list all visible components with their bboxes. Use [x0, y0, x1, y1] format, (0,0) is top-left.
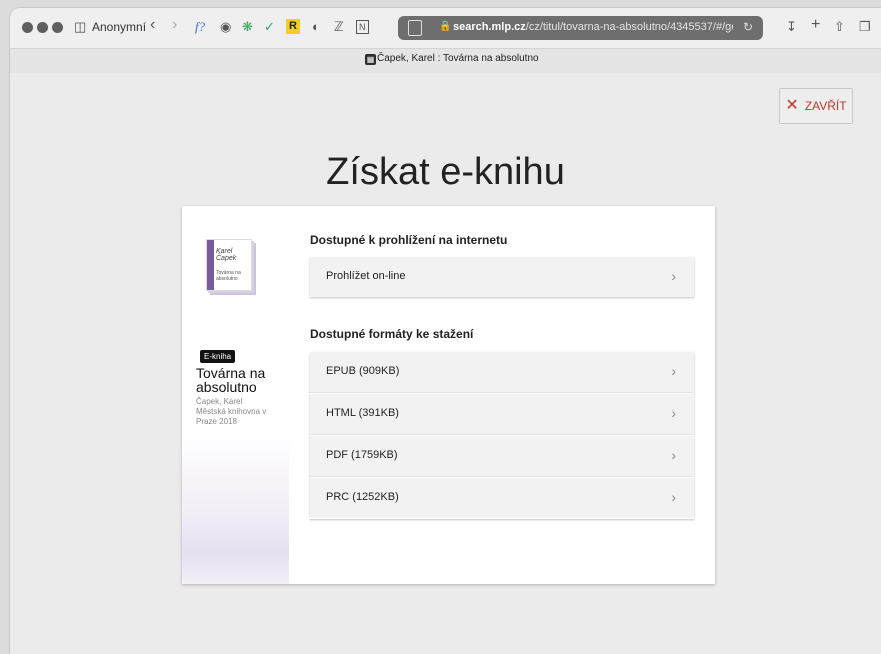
new-tab-icon[interactable]: + — [811, 16, 820, 34]
address-bar[interactable]: 🔒 search.mlp.cz/cz/titul/tovarna-na-abso… — [398, 16, 763, 40]
private-profile-label: Anonymní — [92, 20, 147, 34]
download-epub-label: EPUB (909KB) — [326, 365, 400, 377]
tab-overview-icon[interactable]: ❐ — [859, 18, 871, 36]
download-html-label: HTML (391KB) — [326, 407, 399, 419]
download-html-button[interactable]: HTML (391KB) › — [310, 394, 694, 435]
pin-extension-icon[interactable]: ✓ — [264, 18, 275, 36]
tab-bar: ▦ Čapek, Karel : Továrna na absolutno — [10, 48, 881, 74]
reader-icon[interactable] — [408, 20, 422, 36]
download-pdf-button[interactable]: PDF (1759KB) › — [310, 436, 694, 477]
chevron-right-icon: › — [671, 405, 676, 421]
book-title: Továrna na absolutno — [196, 365, 266, 395]
cover-signature: Karel Čapek — [216, 248, 237, 262]
page-title: Získat e-knihu — [326, 151, 565, 194]
minimize-window-button[interactable] — [37, 22, 48, 33]
view-online-label: Prohlížet on-line — [326, 270, 406, 282]
book-sidebar: Karel Čapek Továrna na absolutno E-kniha… — [182, 206, 289, 584]
share-icon[interactable]: ⇧ — [834, 18, 845, 36]
close-button[interactable]: ✕ ZAVŘÍT — [779, 88, 853, 124]
browser-window: ◫ Anonymní ‹ › f? ◉ ❋ ✓ R ◐ ℤ N 🔒 search… — [10, 8, 881, 654]
lock-icon: 🔒 — [439, 21, 452, 32]
close-button-label: ZAVŘÍT — [804, 99, 847, 113]
close-window-button[interactable] — [22, 22, 33, 33]
flask-extension-icon[interactable]: ℤ — [334, 18, 344, 36]
cover-title: Továrna na absolutno — [216, 270, 241, 282]
download-epub-button[interactable]: EPUB (909KB) › — [310, 352, 694, 393]
download-prc-label: PRC (1252KB) — [326, 491, 399, 503]
sidebar-icon[interactable]: ◫ — [74, 18, 86, 36]
cube-extension-icon[interactable]: ❋ — [242, 18, 253, 36]
notion-extension-icon[interactable]: N — [356, 20, 369, 34]
site-favicon-icon: ▦ — [365, 54, 376, 65]
chevron-right-icon: › — [671, 489, 676, 505]
book-cover: Karel Čapek Továrna na absolutno — [206, 239, 252, 291]
browser-toolbar: ◫ Anonymní ‹ › f? ◉ ❋ ✓ R ◐ ℤ N 🔒 search… — [10, 8, 881, 48]
book-publisher: Městská knihovna v Praze 2018 — [196, 407, 267, 426]
shield-extension-icon[interactable]: ◐ — [312, 18, 320, 36]
downloads-list: EPUB (909KB) › HTML (391KB) › PDF (1759K… — [310, 352, 694, 519]
tab-title[interactable]: Čapek, Karel : Továrna na absolutno — [377, 53, 539, 64]
back-icon[interactable]: ‹ — [150, 16, 155, 34]
online-section-heading: Dostupné k prohlížení na internetu — [310, 233, 508, 247]
page-content: ✕ ZAVŘÍT Získat e-knihu Karel Čapek Tová… — [10, 73, 881, 654]
record-extension-icon[interactable]: ◉ — [220, 18, 231, 36]
ebook-card: Karel Čapek Továrna na absolutno E-kniha… — [182, 206, 715, 584]
chevron-right-icon: › — [671, 363, 676, 379]
close-icon: ✕ — [785, 97, 799, 114]
book-meta: Čapek, Karel Městská knihovna v Praze 20… — [196, 397, 286, 427]
reload-icon[interactable]: ↻ — [743, 20, 753, 34]
view-online-button[interactable]: Prohlížet on-line › — [310, 257, 694, 297]
ebook-badge: E-kniha — [200, 350, 236, 363]
download-icon[interactable]: ↧ — [786, 18, 797, 36]
zoom-window-button[interactable] — [52, 22, 63, 33]
download-prc-button[interactable]: PRC (1252KB) › — [310, 478, 694, 518]
forward-icon[interactable]: › — [172, 16, 177, 34]
download-pdf-label: PDF (1759KB) — [326, 449, 398, 461]
chevron-right-icon: › — [671, 268, 676, 284]
chevron-right-icon: › — [671, 447, 676, 463]
formula-extension-icon[interactable]: f? — [195, 18, 205, 36]
book-author: Čapek, Karel — [196, 397, 243, 406]
cover-stripe — [207, 240, 214, 290]
r-extension-icon[interactable]: R — [286, 19, 300, 34]
downloads-section-heading: Dostupné formáty ke stažení — [310, 327, 474, 341]
url-text: search.mlp.cz/cz/titul/tovarna-na-absolu… — [453, 21, 733, 33]
